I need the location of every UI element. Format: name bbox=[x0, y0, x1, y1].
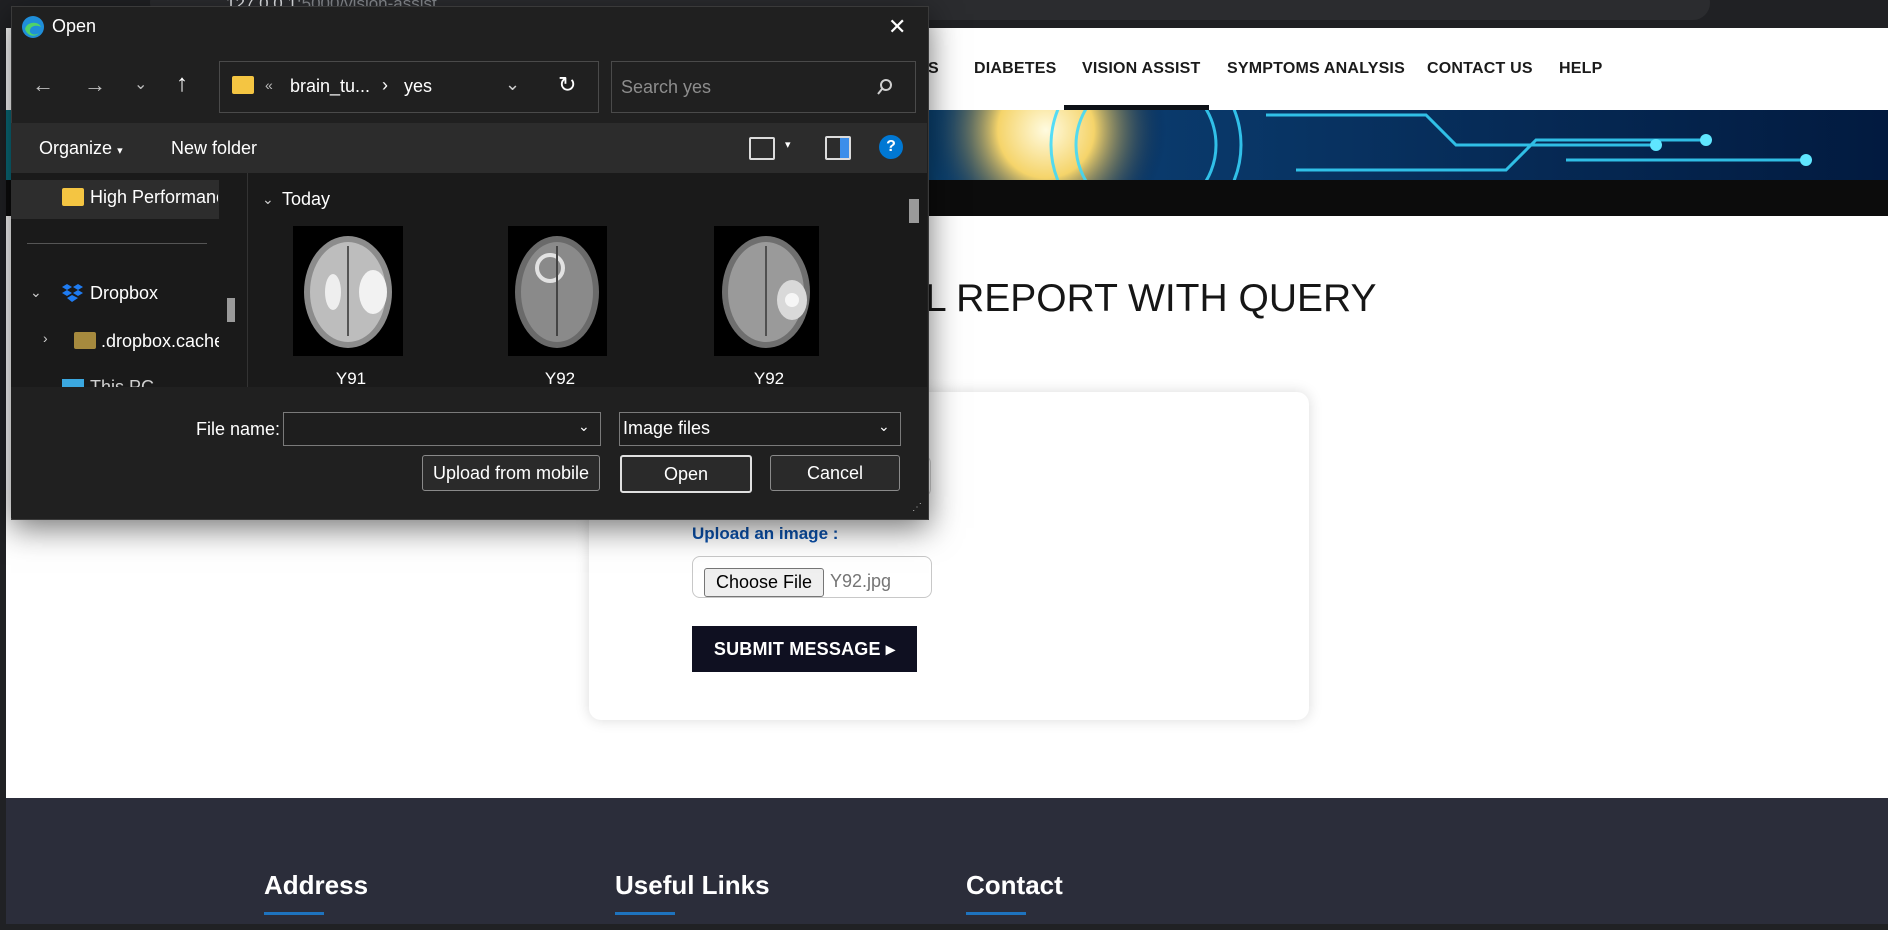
close-icon[interactable]: ✕ bbox=[888, 14, 906, 40]
refresh-icon[interactable]: ↻ bbox=[558, 72, 576, 98]
file-type-value: Image files bbox=[623, 418, 711, 438]
edge-browser-icon bbox=[21, 15, 45, 39]
upload-from-mobile-button[interactable]: Upload from mobile bbox=[422, 455, 600, 491]
breadcrumb-folder[interactable]: brain_tu... bbox=[290, 76, 370, 97]
open-button[interactable]: Open bbox=[620, 455, 752, 493]
footer-underline bbox=[615, 912, 675, 915]
view-dropdown-chevron-icon[interactable]: ▾ bbox=[785, 138, 791, 151]
choose-file-button[interactable]: Choose File bbox=[704, 568, 824, 597]
nav-item-contact-us[interactable]: CONTACT US bbox=[1427, 60, 1533, 78]
search-placeholder: Search yes bbox=[621, 77, 712, 97]
footer-heading-contact: Contact bbox=[966, 870, 1063, 900]
file-label[interactable]: Y92 bbox=[714, 369, 824, 387]
footer-underline bbox=[966, 912, 1026, 915]
file-list-scrollbar[interactable] bbox=[909, 199, 919, 223]
footer-heading-useful-links: Useful Links bbox=[615, 870, 770, 900]
nav-pane-scrollbar[interactable] bbox=[227, 298, 235, 322]
nav-item-diabetes[interactable]: DIABETES bbox=[974, 60, 1057, 78]
site-footer bbox=[6, 798, 1888, 930]
nav-item-partial[interactable]: S bbox=[928, 60, 939, 78]
help-icon[interactable]: ? bbox=[879, 135, 903, 159]
up-arrow-icon[interactable]: ↑ bbox=[176, 70, 188, 98]
forward-arrow-icon[interactable]: → bbox=[84, 72, 106, 98]
nav-item-high-performance[interactable]: High Performance bbox=[90, 187, 218, 208]
file-type-chevron-icon[interactable]: ⌄ bbox=[878, 418, 890, 435]
file-thumbnail-y92[interactable] bbox=[508, 226, 607, 356]
new-folder-button[interactable]: New folder bbox=[171, 138, 257, 159]
footer-heading-address: Address bbox=[264, 870, 369, 900]
nav-item-help[interactable]: HELP bbox=[1559, 60, 1602, 78]
resize-grip-icon[interactable]: ⋰ bbox=[912, 502, 922, 513]
file-name-label: File name: bbox=[196, 419, 281, 439]
breadcrumb-separator-icon: › bbox=[382, 75, 388, 95]
cancel-button[interactable]: Cancel bbox=[770, 455, 900, 491]
preview-pane-icon[interactable] bbox=[825, 136, 851, 160]
expand-chevron-right-icon[interactable]: › bbox=[43, 330, 48, 346]
expand-chevron-down-icon[interactable]: ⌄ bbox=[30, 284, 42, 301]
file-name-input[interactable] bbox=[283, 412, 601, 446]
file-thumbnail-y92[interactable] bbox=[714, 226, 819, 356]
file-thumbnail-y91[interactable] bbox=[293, 226, 403, 356]
view-options-icon[interactable] bbox=[749, 137, 775, 160]
file-label[interactable]: Y91 bbox=[296, 369, 406, 387]
search-icon[interactable] bbox=[876, 78, 894, 101]
breadcrumb-current[interactable]: yes bbox=[404, 76, 432, 97]
file-label[interactable]: Y92 bbox=[505, 369, 615, 387]
footer-underline bbox=[264, 912, 324, 915]
nav-item-dropbox-cache[interactable]: .dropbox.cache bbox=[101, 331, 219, 352]
folder-icon bbox=[232, 76, 254, 94]
dialog-bottom-bar bbox=[11, 387, 927, 518]
nav-item-symptoms-analysis[interactable]: SYMPTOMS ANALYSIS bbox=[1227, 60, 1405, 78]
folder-icon bbox=[62, 188, 84, 206]
address-dropdown-chevron-icon[interactable]: ⌄ bbox=[505, 74, 520, 95]
this-pc-icon bbox=[62, 379, 84, 387]
nav-item-this-pc[interactable]: This PC bbox=[90, 377, 154, 387]
chosen-file-name: Y92.jpg bbox=[830, 571, 892, 591]
organize-menu[interactable]: Organize ▾ bbox=[39, 138, 123, 159]
group-header-today[interactable]: Today bbox=[282, 189, 330, 210]
page-title: L REPORT WITH QUERY bbox=[925, 277, 1377, 320]
nav-item-vision-assist[interactable]: VISION ASSIST bbox=[1082, 60, 1200, 78]
submit-message-button[interactable]: SUBMIT MESSAGE ▸ bbox=[692, 626, 917, 672]
back-arrow-icon[interactable]: ← bbox=[32, 72, 54, 98]
nav-item-dropbox[interactable]: Dropbox bbox=[90, 283, 158, 304]
breadcrumb-overflow-icon[interactable]: « bbox=[265, 77, 273, 93]
dropbox-icon bbox=[62, 283, 84, 303]
group-collapse-chevron-icon[interactable]: ⌄ bbox=[262, 191, 274, 208]
window-bottom-edge bbox=[0, 924, 1888, 930]
dialog-title: Open bbox=[52, 16, 97, 36]
recent-locations-chevron-icon[interactable]: ⌄ bbox=[134, 74, 147, 94]
file-name-dropdown-chevron-icon[interactable]: ⌄ bbox=[578, 418, 590, 435]
nav-separator bbox=[27, 243, 207, 244]
upload-label: Upload an image : bbox=[692, 524, 839, 543]
folder-icon bbox=[74, 332, 96, 349]
